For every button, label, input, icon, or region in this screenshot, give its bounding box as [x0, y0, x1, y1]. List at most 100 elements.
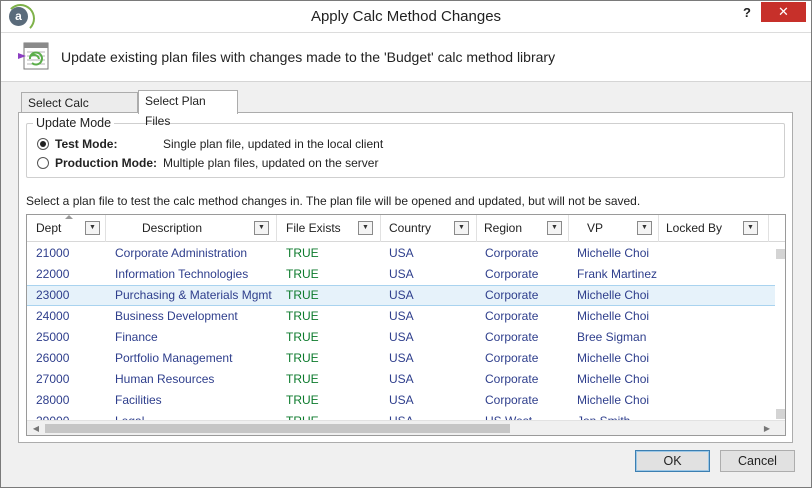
cell-dept: 26000: [36, 351, 70, 365]
header-panel: Update existing plan files with changes …: [1, 32, 811, 82]
header-description: Update existing plan files with changes …: [61, 49, 556, 65]
cell-locked-by: [667, 327, 767, 348]
cell-dept: 24000: [36, 309, 70, 323]
column-header-country[interactable]: Country ▼: [381, 215, 477, 242]
cell-vp: Michelle Choi: [577, 393, 650, 407]
plan-files-grid[interactable]: Dept ▼ Description ▼ File Exists ▼ Count…: [26, 214, 786, 436]
window-title: Apply Calc Method Changes: [310, 8, 502, 25]
cell-locked-by: [667, 285, 767, 306]
table-row[interactable]: 28000 Facilities TRUE USA Corporate Michelle …: [27, 390, 775, 411]
dialog-window: a Apply Calc Method Changes ? ✕ Update e…: [0, 0, 812, 488]
cell-vp: Michelle Choi: [577, 351, 650, 365]
cell-country: USA: [389, 351, 414, 365]
cell-country: USA: [389, 372, 414, 386]
table-row[interactable]: 27000 Human Resources TRUE USA Corporate Mich…: [27, 369, 775, 390]
vertical-scrollbar[interactable]: [775, 243, 785, 423]
cell-file-exists: TRUE: [286, 246, 319, 260]
cell-dept: 22000: [36, 267, 70, 281]
instruction-text: Select a plan file to test the calc meth…: [26, 194, 641, 208]
close-button[interactable]: ✕: [761, 2, 806, 22]
cell-region: Corporate: [485, 288, 539, 302]
cell-region: Corporate: [485, 309, 539, 323]
cell-dept: 23000: [36, 288, 70, 302]
cell-dept: 21000: [36, 246, 70, 260]
title-bar[interactable]: a Apply Calc Method Changes ? ✕: [1, 1, 811, 33]
tab-select-calc-methods[interactable]: Select Calc Methods: [21, 92, 138, 130]
filter-dropdown-icon[interactable]: ▼: [743, 221, 758, 235]
cell-file-exists: TRUE: [286, 330, 319, 344]
cell-description: Finance: [115, 330, 158, 344]
vertical-scrollbar-track[interactable]: [776, 249, 785, 419]
vertical-scroll-thumb-end[interactable]: [776, 409, 785, 419]
cell-file-exists: TRUE: [286, 309, 319, 323]
cell-region: Corporate: [485, 372, 539, 386]
cell-description: Facilities: [115, 393, 162, 407]
column-header-region[interactable]: Region ▼: [477, 215, 569, 242]
help-button[interactable]: ?: [737, 4, 757, 24]
cell-description: Business Development: [115, 309, 238, 323]
plan-files-panel: Update Mode Test Mode: Single plan file,…: [18, 112, 793, 443]
production-mode-description: Multiple plan files, updated on the serv…: [163, 156, 379, 170]
filter-dropdown-icon[interactable]: ▼: [547, 221, 562, 235]
cell-locked-by: [667, 264, 767, 285]
scroll-left-arrow-icon[interactable]: ◀: [30, 422, 42, 435]
vertical-scroll-thumb[interactable]: [776, 249, 785, 259]
cell-region: Corporate: [485, 267, 539, 281]
cell-region: Corporate: [485, 246, 539, 260]
test-mode-radio[interactable]: [37, 138, 49, 150]
column-header-vp[interactable]: VP ▼: [569, 215, 659, 242]
cell-country: USA: [389, 393, 414, 407]
horizontal-scrollbar[interactable]: ◀ ▶: [27, 420, 785, 435]
cell-description: Purchasing & Materials Mgmt: [115, 288, 272, 302]
column-header-file-exists[interactable]: File Exists ▼: [277, 215, 381, 242]
grid-header: Dept ▼ Description ▼ File Exists ▼ Count…: [27, 215, 785, 242]
cell-locked-by: [667, 348, 767, 369]
table-row[interactable]: 24000 Business Development TRUE USA Corporat…: [27, 306, 775, 327]
cell-file-exists: TRUE: [286, 288, 319, 302]
table-row[interactable]: 22000 Information Technologies TRUE USA Corp…: [27, 264, 775, 285]
cell-vp: Frank Martinez: [577, 267, 658, 281]
cell-dept: 25000: [36, 330, 70, 344]
calc-method-update-icon: [18, 42, 49, 70]
cell-description: Corporate Administration: [115, 246, 248, 260]
cell-vp: Michelle Choi: [577, 309, 650, 323]
cell-dept: 28000: [36, 393, 70, 407]
table-row[interactable]: 21000 Corporate Administration TRUE USA Corp…: [27, 243, 775, 264]
sort-ascending-icon: [65, 215, 73, 219]
cell-description: Information Technologies: [115, 267, 249, 281]
filter-dropdown-icon[interactable]: ▼: [637, 221, 652, 235]
cell-locked-by: [667, 390, 767, 411]
column-header-dept[interactable]: Dept ▼: [27, 215, 106, 242]
filter-dropdown-icon[interactable]: ▼: [454, 221, 469, 235]
table-row[interactable]: 23000 Purchasing & Materials Mgmt TRUE USA C…: [27, 285, 775, 306]
tab-select-plan-files[interactable]: Select Plan Files: [138, 90, 238, 128]
table-row[interactable]: 25000 Finance TRUE USA Corporate Bree Sigman: [27, 327, 775, 348]
cell-country: USA: [389, 330, 414, 344]
update-mode-group: Update Mode Test Mode: Single plan file,…: [26, 116, 785, 178]
horizontal-scroll-thumb[interactable]: [45, 424, 510, 433]
filter-dropdown-icon[interactable]: ▼: [85, 221, 100, 235]
cell-vp: Michelle Choi: [577, 288, 650, 302]
cell-region: Corporate: [485, 351, 539, 365]
cell-vp: Bree Sigman: [577, 330, 647, 344]
test-mode-description: Single plan file, updated in the local c…: [163, 137, 384, 151]
filter-dropdown-icon[interactable]: ▼: [254, 221, 269, 235]
column-header-description[interactable]: Description ▼: [106, 215, 277, 242]
cell-file-exists: TRUE: [286, 351, 319, 365]
cell-vp: Michelle Choi: [577, 372, 650, 386]
production-mode-radio[interactable]: [37, 157, 49, 169]
cancel-button[interactable]: Cancel: [720, 450, 795, 472]
cell-region: Corporate: [485, 393, 539, 407]
cell-country: USA: [389, 246, 414, 260]
cell-vp: Michelle Choi: [577, 246, 650, 260]
cell-description: Human Resources: [115, 372, 215, 386]
production-mode-label[interactable]: Production Mode:: [55, 156, 157, 170]
column-header-locked-by[interactable]: Locked By ▼: [659, 215, 769, 242]
test-mode-label[interactable]: Test Mode:: [55, 137, 117, 151]
cell-locked-by: [667, 243, 767, 264]
table-row[interactable]: 26000 Portfolio Management TRUE USA Corporat…: [27, 348, 775, 369]
update-mode-title: Update Mode: [33, 116, 115, 130]
scroll-right-arrow-icon[interactable]: ▶: [761, 422, 773, 435]
filter-dropdown-icon[interactable]: ▼: [358, 221, 373, 235]
ok-button[interactable]: OK: [635, 450, 710, 472]
